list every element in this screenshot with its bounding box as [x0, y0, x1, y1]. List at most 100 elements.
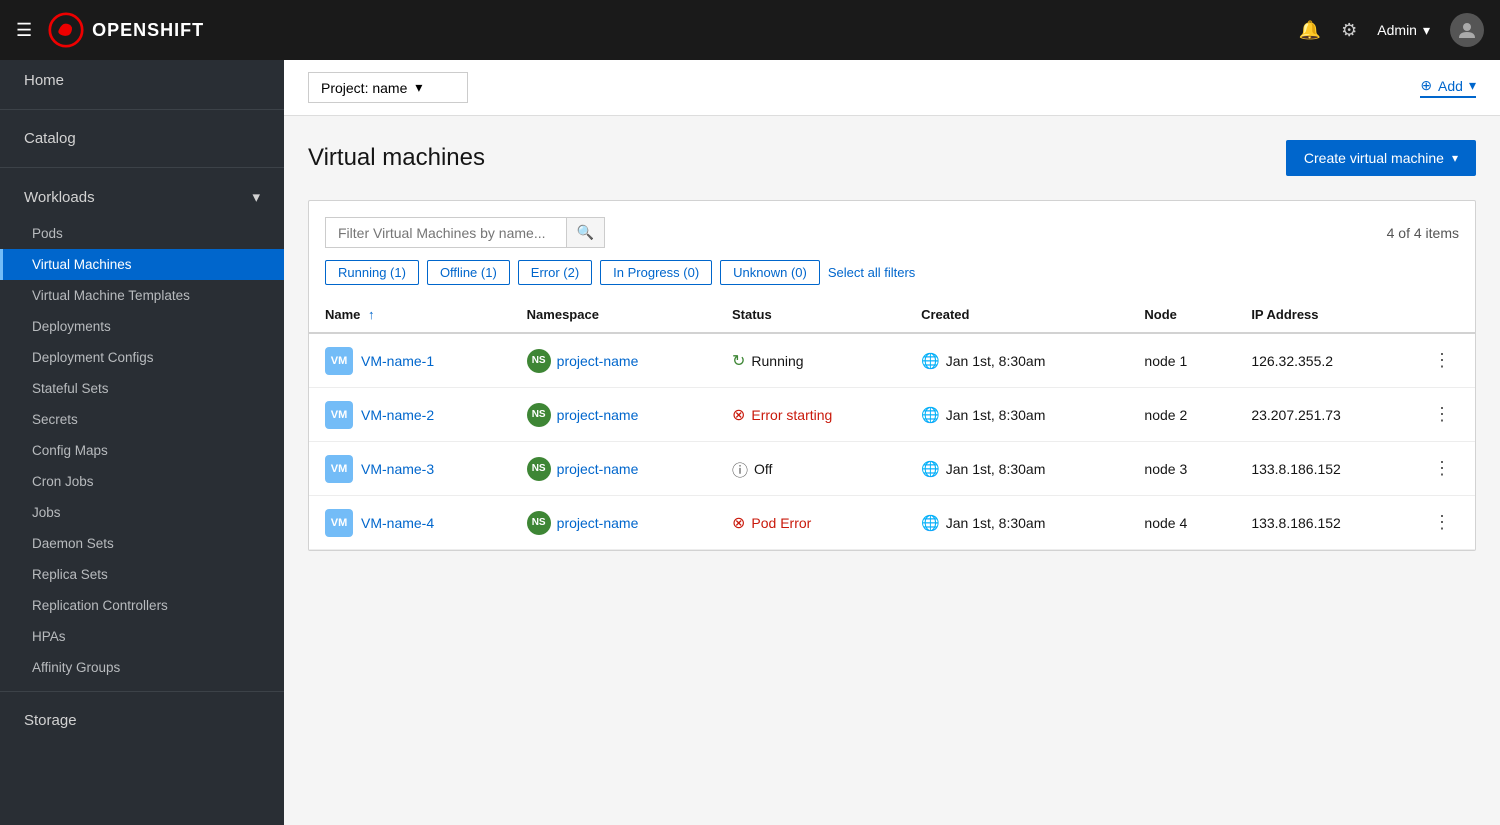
- sidebar-item-cron-jobs[interactable]: Cron Jobs: [0, 466, 284, 497]
- table-row: VM VM-name-2 NSproject-name⊗ Error startin…: [309, 388, 1475, 442]
- sidebar-item-deployment-configs[interactable]: Deployment Configs: [0, 342, 284, 373]
- items-count: 4 of 4 items: [1387, 225, 1459, 241]
- vm-table: Name ↑NamespaceStatusCreatedNodeIP Addre…: [309, 297, 1475, 550]
- sidebar-item-home[interactable]: Home: [0, 60, 284, 101]
- logo-text: OPENSHIFT: [92, 20, 204, 41]
- vm-ip-cell-vm3: 133.8.186.152: [1235, 442, 1409, 496]
- namespace-link[interactable]: project-name: [557, 515, 639, 531]
- sidebar-item-virtual-machine-templates[interactable]: Virtual Machine Templates: [0, 280, 284, 311]
- vm-ip-cell-vm1: 126.32.355.2: [1235, 333, 1409, 388]
- vm-namespace-cell-vm2: NSproject-name: [511, 388, 716, 442]
- vm-namespace-cell-vm3: NS project-name: [511, 442, 716, 496]
- sidebar-item-deployments[interactable]: Deployments: [0, 311, 284, 342]
- sidebar-item-catalog[interactable]: Catalog: [0, 118, 284, 159]
- vm-name-link[interactable]: VM-name-1: [361, 353, 434, 369]
- status-label: Pod Error: [751, 515, 811, 531]
- table-col-name[interactable]: Name ↑: [309, 297, 511, 333]
- filter-chip-running[interactable]: Running (1): [325, 260, 419, 285]
- vm-status-cell-vm3: ⓘ Off: [716, 442, 905, 496]
- table-col-status: Status: [716, 297, 905, 333]
- vm-badge: VM: [325, 401, 353, 429]
- ns-badge: NS: [527, 511, 551, 535]
- vm-badge: VM: [325, 455, 353, 483]
- status-off-icon: ⓘ: [732, 457, 748, 481]
- table-row: VMVM-name-4NSproject-name⊗ Pod Error🌐Jan…: [309, 496, 1475, 550]
- sidebar-item-daemon-sets[interactable]: Daemon Sets: [0, 528, 284, 559]
- search-button[interactable]: 🔍: [566, 218, 604, 247]
- sidebar-item-storage[interactable]: Storage: [0, 700, 284, 741]
- sidebar-item-stateful-sets[interactable]: Stateful Sets: [0, 373, 284, 404]
- user-avatar[interactable]: [1450, 13, 1484, 47]
- admin-chevron: ▾: [1423, 22, 1430, 39]
- kebab-menu-button[interactable]: ⋮: [1425, 454, 1459, 483]
- avatar-icon: [1457, 20, 1477, 40]
- settings-icon[interactable]: ⚙: [1341, 20, 1357, 41]
- vm-node-cell-vm2: node 2: [1128, 388, 1235, 442]
- vm-created-cell-vm1: 🌐Jan 1st, 8:30am: [905, 333, 1128, 388]
- vm-node-cell-vm1: node 1: [1128, 333, 1235, 388]
- vm-kebab-cell-vm3: ⋮: [1409, 442, 1475, 496]
- sidebar-item-affinity-groups[interactable]: Affinity Groups: [0, 652, 284, 683]
- add-button[interactable]: ⊕ Add ▾: [1420, 77, 1476, 98]
- logo: OPENSHIFT: [48, 12, 204, 48]
- project-selector-label: Project: name: [321, 80, 407, 96]
- admin-menu[interactable]: Admin ▾: [1377, 22, 1430, 39]
- create-vm-button[interactable]: Create virtual machine ▾: [1286, 140, 1476, 176]
- sidebar-item-replica-sets[interactable]: Replica Sets: [0, 559, 284, 590]
- kebab-menu-button[interactable]: ⋮: [1425, 346, 1459, 375]
- vm-namespace-cell-vm1: NSproject-name: [511, 333, 716, 388]
- sidebar-workloads-header[interactable]: Workloads ▾: [0, 176, 284, 218]
- vm-table-card: 🔍 4 of 4 items Running (1) Offline (1) Err…: [308, 200, 1476, 551]
- sidebar-item-replication-controllers[interactable]: Replication Controllers: [0, 590, 284, 621]
- status-running-icon: ↻: [732, 351, 745, 371]
- vm-status-cell-vm2: ⊗ Error starting: [716, 388, 905, 442]
- sidebar-item-hpas[interactable]: HPAs: [0, 621, 284, 652]
- notification-icon[interactable]: 🔔: [1299, 20, 1321, 41]
- main-content: Project: name ▾ ⊕ Add ▾ Virtual machines…: [284, 60, 1500, 825]
- filter-chip-unknown[interactable]: Unknown (0): [720, 260, 820, 285]
- vm-namespace-cell-vm4: NS project-name: [511, 496, 716, 550]
- status-pod-error-icon: ⊗: [732, 513, 745, 533]
- namespace-link[interactable]: project-name: [557, 353, 639, 369]
- globe-icon: 🌐: [921, 461, 940, 478]
- hamburger-menu[interactable]: ☰: [16, 20, 32, 41]
- vm-name-link[interactable]: VM-name-2: [361, 407, 434, 423]
- project-bar: Project: name ▾ ⊕ Add ▾: [284, 60, 1500, 116]
- filter-chip-in-progress[interactable]: In Progress (0): [600, 260, 712, 285]
- namespace-link[interactable]: project-name: [557, 461, 639, 477]
- status-label: Error starting: [751, 407, 832, 423]
- table-header: Name ↑NamespaceStatusCreatedNodeIP Addre…: [309, 297, 1475, 333]
- search-input[interactable]: [326, 218, 566, 247]
- sidebar-item-jobs[interactable]: Jobs: [0, 497, 284, 528]
- ns-badge: NS: [527, 457, 551, 481]
- vm-ip-cell-vm2: 23.207.251.73: [1235, 388, 1409, 442]
- vm-name-link[interactable]: VM-name-4: [361, 515, 434, 531]
- filter-chips-row: Running (1) Offline (1) Error (2) In Progre…: [325, 260, 1459, 297]
- topnav: ☰ OPENSHIFT 🔔 ⚙ Admin ▾: [0, 0, 1500, 60]
- vm-kebab-cell-vm1: ⋮: [1409, 333, 1475, 388]
- sidebar-item-config-maps[interactable]: Config Maps: [0, 435, 284, 466]
- project-selector[interactable]: Project: name ▾: [308, 72, 468, 103]
- sidebar-item-pods[interactable]: Pods: [0, 218, 284, 249]
- vm-node-cell-vm3: node 3: [1128, 442, 1235, 496]
- vm-name-cell-vm2: VM VM-name-2: [309, 388, 511, 442]
- redhat-logo-icon: [48, 12, 84, 48]
- table-row: VMVM-name-1NSproject-name↻ Running🌐Jan 1…: [309, 333, 1475, 388]
- add-plus-icon: ⊕: [1420, 77, 1432, 94]
- admin-label: Admin: [1377, 22, 1417, 38]
- filter-chip-error[interactable]: Error (2): [518, 260, 592, 285]
- vm-status-cell-vm4: ⊗ Pod Error: [716, 496, 905, 550]
- sidebar-item-virtual-machines[interactable]: Virtual Machines: [0, 249, 284, 280]
- namespace-link[interactable]: project-name: [557, 407, 639, 423]
- sort-arrow-name: ↑: [364, 307, 374, 322]
- select-all-filters-link[interactable]: Select all filters: [828, 265, 915, 280]
- kebab-menu-button[interactable]: ⋮: [1425, 400, 1459, 429]
- filter-chip-offline[interactable]: Offline (1): [427, 260, 510, 285]
- workloads-chevron-icon: ▾: [252, 188, 260, 206]
- add-chevron: ▾: [1469, 77, 1476, 94]
- table-col-node: Node: [1128, 297, 1235, 333]
- vm-badge: VM: [325, 509, 353, 537]
- vm-name-link[interactable]: VM-name-3: [361, 461, 434, 477]
- kebab-menu-button[interactable]: ⋮: [1425, 508, 1459, 537]
- sidebar-item-secrets[interactable]: Secrets: [0, 404, 284, 435]
